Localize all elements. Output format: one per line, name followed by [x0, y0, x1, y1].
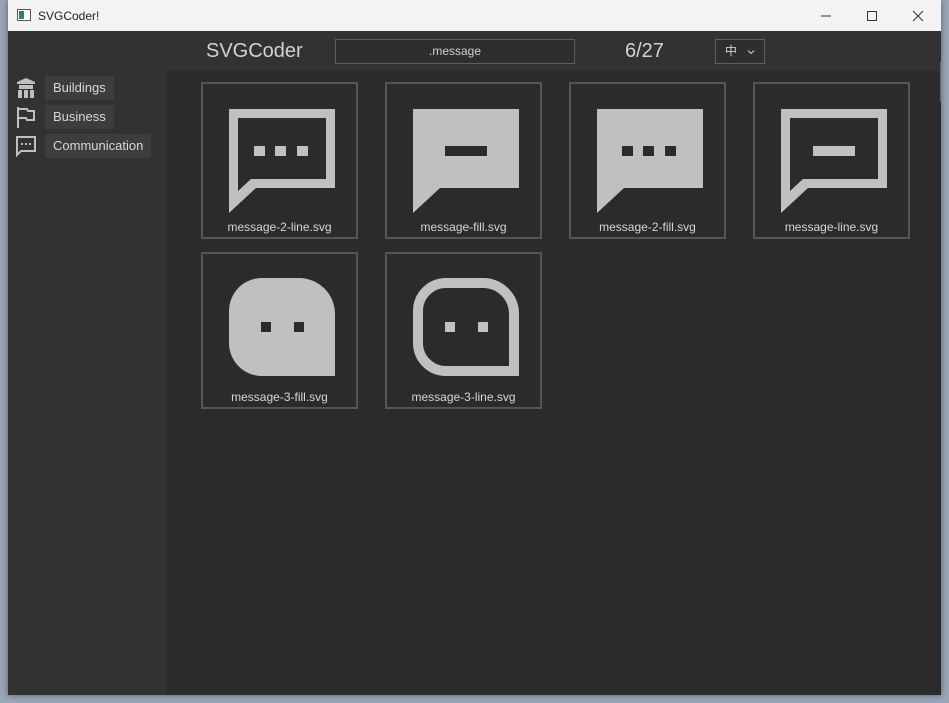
language-select[interactable]: 中 — [715, 39, 765, 64]
flag-icon — [17, 107, 35, 128]
message-2-fill-icon — [597, 109, 703, 213]
sidebar-item-label: Business — [45, 105, 114, 129]
icon-card[interactable]: message-fill.svg — [385, 82, 542, 239]
minimize-icon — [821, 15, 831, 16]
app-icon — [17, 9, 31, 21]
minimize-button[interactable] — [803, 0, 849, 31]
message-icon — [16, 136, 36, 158]
icon-card[interactable]: message-2-fill.svg — [569, 82, 726, 239]
app-window: SVGCoder! SVGCoder 6/27 中 — [8, 0, 941, 695]
close-icon — [912, 10, 924, 21]
title-bar[interactable]: SVGCoder! — [8, 0, 941, 31]
icon-card[interactable]: message-3-line.svg — [385, 252, 542, 409]
message-3-line-icon — [413, 278, 519, 376]
message-fill-icon — [413, 109, 519, 213]
icon-card[interactable]: message-line.svg — [753, 82, 910, 239]
close-button[interactable] — [895, 0, 941, 31]
toolbar: SVGCoder 6/27 中 — [8, 31, 941, 102]
icon-file-name: message-2-fill.svg — [599, 220, 696, 234]
result-counter: 6/27 — [625, 40, 664, 62]
icon-card[interactable]: message-2-line.svg — [201, 82, 358, 239]
message-3-fill-icon — [229, 278, 335, 376]
message-line-icon — [781, 109, 887, 213]
chevron-down-icon — [747, 50, 755, 55]
icon-file-name: message-2-line.svg — [227, 220, 332, 234]
maximize-icon — [867, 10, 877, 21]
message-2-line-icon — [229, 109, 335, 213]
sidebar-item-label: Communication — [45, 134, 152, 158]
icon-file-name: message-3-fill.svg — [231, 390, 328, 404]
building-icon — [17, 78, 35, 98]
scrollbar[interactable] — [940, 62, 941, 102]
search-input[interactable] — [335, 39, 575, 64]
language-label: 中 — [725, 44, 738, 58]
category-sidebar: Buildings Business Communication — [8, 71, 167, 695]
icon-card[interactable]: message-3-fill.svg — [201, 252, 358, 409]
icon-file-name: message-3-line.svg — [411, 390, 516, 404]
window-title: SVGCoder! — [38, 9, 100, 23]
app-name: SVGCoder — [206, 40, 303, 62]
icon-file-name: message-line.svg — [784, 220, 879, 234]
sidebar-item-label: Buildings — [45, 76, 114, 100]
maximize-button[interactable] — [849, 0, 895, 31]
icon-file-name: message-fill.svg — [420, 220, 507, 234]
